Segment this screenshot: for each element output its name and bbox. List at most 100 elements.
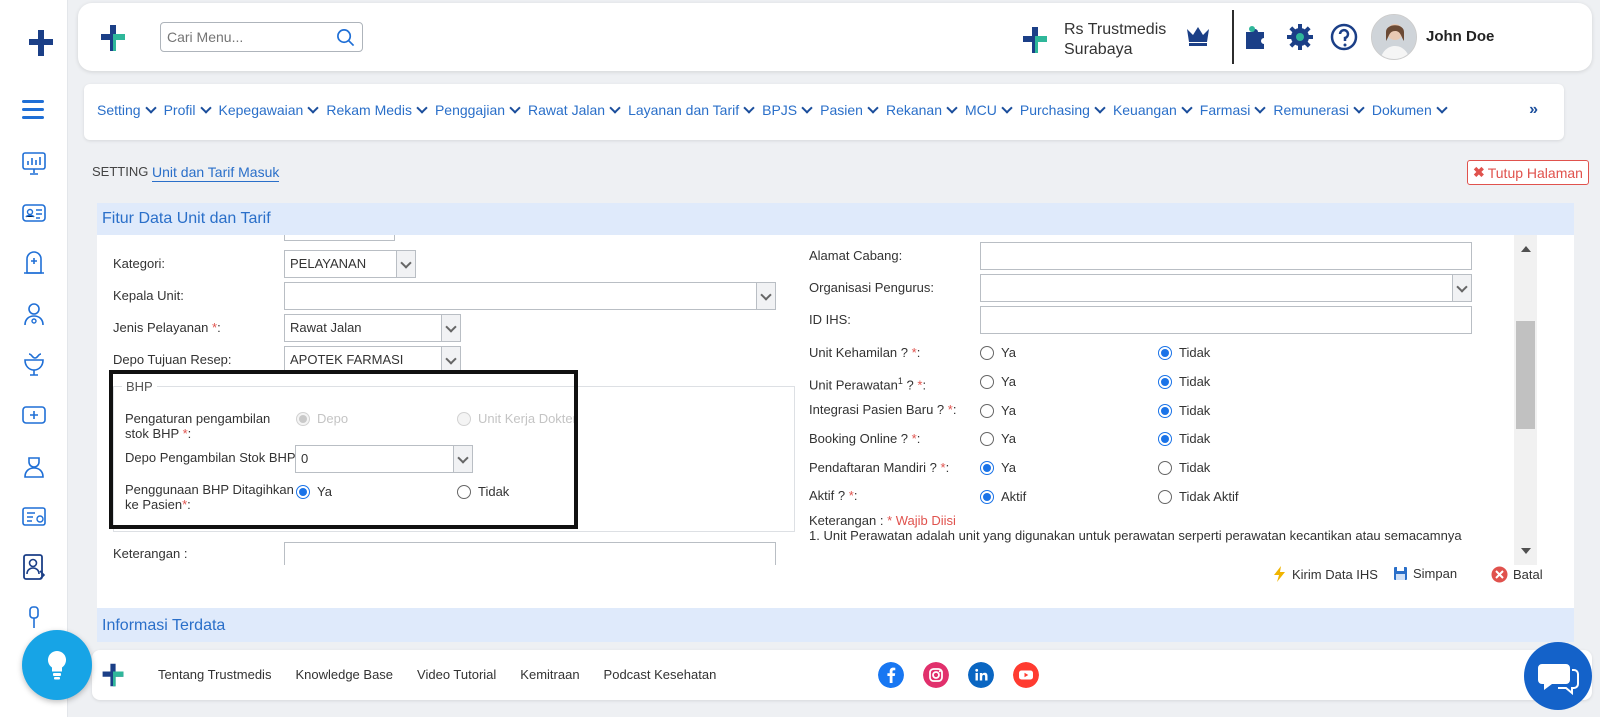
scroll-down-arrow[interactable]	[1521, 548, 1531, 554]
panel-body: Kategori: PELAYANAN Kepala Unit: Jenis P…	[97, 235, 1574, 565]
nav-item-profil[interactable]: Profil	[163, 102, 212, 118]
keterangan-label: Keterangan :	[113, 546, 188, 561]
jenis-pelayanan-label: Jenis Pelayanan *:	[113, 320, 221, 335]
report-icon[interactable]	[20, 503, 48, 531]
puzzle-icon[interactable]	[1242, 23, 1270, 51]
jenis-pelayanan-value: Rawat Jalan	[290, 320, 362, 335]
trustmedis-logo	[101, 25, 125, 51]
lightbulb-icon	[47, 650, 67, 680]
radio-kehamilan-tidak[interactable]: Tidak	[1158, 345, 1210, 360]
nav-item-label: Farmasi	[1199, 102, 1251, 118]
scroll-thumb[interactable]	[1516, 321, 1535, 429]
form-scrollbar[interactable]	[1514, 235, 1537, 565]
search-input[interactable]	[161, 23, 321, 51]
keterangan-note-1: 1. Unit Perawatan adalah unit yang digun…	[809, 528, 1462, 543]
kategori-label: Kategori:	[113, 256, 166, 271]
radio-perawatan-tidak[interactable]: Tidak	[1158, 374, 1210, 389]
hospital-name: Rs Trustmedis Surabaya	[1064, 21, 1167, 58]
batal-button[interactable]: Batal	[1491, 566, 1543, 583]
facebook-icon[interactable]	[878, 662, 904, 688]
nav-item-rawat-jalan[interactable]: Rawat Jalan	[528, 102, 621, 118]
footer-link-knowledge-base[interactable]: Knowledge Base	[295, 667, 393, 682]
doctor-icon[interactable]	[20, 300, 48, 328]
medical-record-icon[interactable]	[20, 249, 48, 277]
nav-item-bpjs[interactable]: BPJS	[762, 102, 813, 118]
youtube-icon[interactable]	[1013, 662, 1039, 688]
chevron-down-icon	[801, 102, 813, 114]
radio-mandiri-tidak[interactable]: Tidak	[1158, 460, 1210, 475]
nav-item-label: Profil	[163, 102, 196, 118]
breadcrumb-root[interactable]: SETTING	[92, 164, 148, 179]
help-icon[interactable]	[1330, 23, 1358, 51]
kategori-select[interactable]: PELAYANAN	[284, 250, 416, 278]
nav-item-label: Kepegawaian	[218, 102, 304, 118]
footer-link-tentang-trustmedis[interactable]: Tentang Trustmedis	[158, 667, 271, 682]
radio-integrasi-tidak[interactable]: Tidak	[1158, 403, 1210, 418]
nav-item-keuangan[interactable]: Keuangan	[1112, 102, 1193, 118]
id-ihs-field[interactable]	[980, 306, 1472, 334]
unit-tarif-panel: Fitur Data Unit dan Tarif Kategori: PELA…	[97, 203, 1574, 608]
nav-item-kepegawaian[interactable]: Kepegawaian	[218, 102, 320, 118]
nav-item-layanan-dan-tarif[interactable]: Layanan dan Tarif	[628, 102, 755, 118]
scroll-up-arrow[interactable]	[1521, 246, 1531, 252]
jenis-pelayanan-select[interactable]: Rawat Jalan	[284, 314, 461, 342]
tips-bulb-button[interactable]	[22, 630, 92, 700]
menu-toggle-button[interactable]	[22, 100, 44, 120]
top-cut-field[interactable]	[284, 235, 395, 241]
radio-aktif[interactable]: Aktif	[980, 489, 1026, 504]
dashboard-icon[interactable]	[20, 149, 48, 177]
close-icon: ✖	[1473, 164, 1485, 180]
nav-item-rekanan[interactable]: Rekanan	[886, 102, 958, 118]
organisasi-select[interactable]	[980, 274, 1472, 302]
menu-search[interactable]	[160, 22, 363, 52]
nav-item-setting[interactable]: Setting	[97, 102, 157, 118]
footer-link-video-tutorial[interactable]: Video Tutorial	[417, 667, 496, 682]
keterangan-field[interactable]	[284, 542, 776, 565]
nav-item-pasien[interactable]: Pasien	[820, 102, 879, 118]
radio-mandiri-ya[interactable]: Ya	[980, 460, 1016, 475]
breadcrumb-current[interactable]: Unit dan Tarif Masuk	[152, 164, 280, 182]
radio-booking-tidak[interactable]: Tidak	[1158, 431, 1210, 446]
cancel-icon	[1491, 566, 1508, 583]
monitor-medical-icon[interactable]	[20, 401, 48, 429]
pharmacy-icon[interactable]	[20, 350, 48, 378]
chat-button[interactable]	[1524, 642, 1592, 710]
footer-link-podcast-kesehatan[interactable]: Podcast Kesehatan	[604, 667, 717, 682]
id-card-icon[interactable]	[20, 199, 48, 227]
nav-item-rekam-medis[interactable]: Rekam Medis	[326, 102, 428, 118]
crown-icon[interactable]	[1185, 25, 1211, 47]
nav-more-button[interactable]: »	[1529, 101, 1538, 119]
radio-integrasi-ya[interactable]: Ya	[980, 403, 1016, 418]
radio-perawatan-ya[interactable]: Ya	[980, 374, 1016, 389]
kepala-unit-select[interactable]	[284, 282, 776, 310]
footer-link-kemitraan[interactable]: Kemitraan	[520, 667, 579, 682]
nav-item-farmasi[interactable]: Farmasi	[1199, 102, 1267, 118]
close-page-button[interactable]: ✖ Tutup Halaman	[1467, 160, 1589, 185]
user-name[interactable]: John Doe	[1426, 28, 1494, 45]
nav-item-label: Keuangan	[1112, 102, 1177, 118]
save-icon	[1394, 567, 1407, 580]
nav-item-remunerasi[interactable]: Remunerasi	[1273, 102, 1365, 118]
gear-icon[interactable]	[1286, 23, 1314, 51]
instagram-icon[interactable]	[923, 662, 949, 688]
user-avatar[interactable]	[1371, 14, 1417, 60]
staff-document-icon[interactable]	[20, 553, 48, 581]
kirim-data-ihs-button[interactable]: Kirim Data IHS	[1273, 566, 1378, 582]
nav-item-purchasing[interactable]: Purchasing	[1020, 102, 1106, 118]
infusion-icon[interactable]	[20, 604, 48, 632]
chevron-down-icon	[1353, 102, 1365, 114]
alamat-cabang-field[interactable]	[980, 242, 1472, 270]
radio-kehamilan-ya[interactable]: Ya	[980, 345, 1016, 360]
nav-item-penggajian[interactable]: Penggajian	[435, 102, 521, 118]
chevron-down-icon	[1254, 102, 1267, 114]
nav-item-dokumen[interactable]: Dokumen	[1372, 102, 1448, 118]
linkedin-icon[interactable]	[968, 662, 994, 688]
simpan-button[interactable]: Simpan	[1393, 566, 1457, 581]
chat-icon	[1538, 664, 1579, 696]
nurse-icon[interactable]	[20, 452, 48, 480]
radio-tidak-aktif[interactable]: Tidak Aktif	[1158, 489, 1238, 504]
informasi-terdata-panel: Informasi Terdata	[97, 608, 1574, 642]
search-icon[interactable]	[336, 28, 355, 47]
nav-item-mcu[interactable]: MCU	[965, 102, 1013, 118]
radio-booking-ya[interactable]: Ya	[980, 431, 1016, 446]
